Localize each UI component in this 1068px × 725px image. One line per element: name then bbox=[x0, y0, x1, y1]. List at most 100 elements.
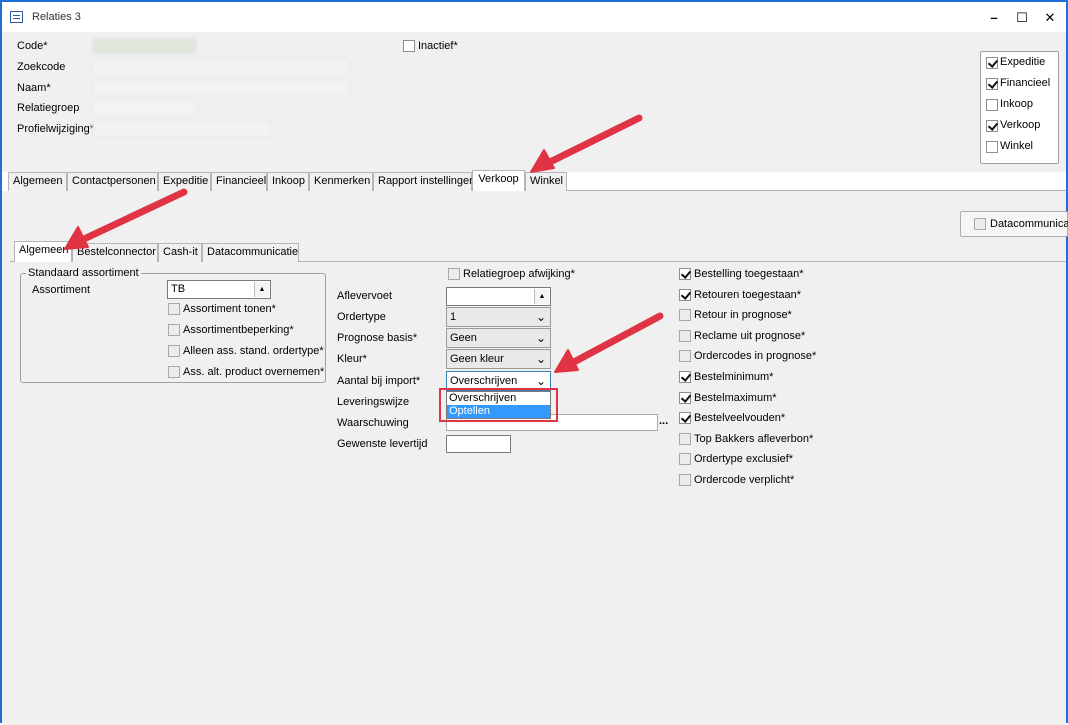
bestelminimum-checkbox[interactable] bbox=[679, 371, 691, 383]
aflevervoet-field[interactable]: ▲ bbox=[446, 287, 551, 306]
ordertype-value: 1 bbox=[450, 311, 457, 323]
profielwijziging-field[interactable] bbox=[92, 121, 272, 137]
verkoop-content: Datacommunicatie AlgemeenBestelconnector… bbox=[2, 191, 1068, 725]
tab-kenmerken[interactable]: Kenmerken bbox=[309, 172, 373, 191]
role-expeditie-label: Expeditie bbox=[1000, 56, 1046, 68]
assortimentbeperking-checkbox[interactable] bbox=[168, 324, 180, 336]
ellipsis-button[interactable]: ... bbox=[659, 415, 668, 427]
close-button[interactable]: ✕ bbox=[1038, 8, 1062, 28]
tab-financieel[interactable]: Financieel bbox=[211, 172, 267, 191]
prognose-basis-value: Geen bbox=[450, 332, 477, 344]
relatiegroep-afwijking-label: Relatiegroep afwijking* bbox=[463, 268, 575, 280]
title-bar: Relaties 3 – ☐ ✕ bbox=[2, 2, 1066, 32]
form-icon bbox=[10, 11, 23, 23]
chevron-down-icon: ⌄ bbox=[535, 352, 546, 366]
naam-label: Naam* bbox=[17, 82, 51, 94]
bestelling-toegestaan-checkbox[interactable] bbox=[679, 268, 691, 280]
alleen-ass-stand-ordertype-checkbox[interactable] bbox=[168, 345, 180, 357]
ass-alt-product-overnemen-label: Ass. alt. product overnemen* bbox=[183, 366, 325, 378]
code-field[interactable] bbox=[92, 38, 197, 54]
kleur-value: Geen kleur bbox=[450, 353, 504, 365]
chevron-down-icon: ⌄ bbox=[535, 331, 546, 345]
relatiegroep-label: Relatiegroep bbox=[17, 102, 80, 114]
tab-inkoop[interactable]: Inkoop bbox=[267, 172, 309, 191]
annotation-highlight-box bbox=[439, 388, 558, 422]
main-tabstrip: Algemeen Contactpersonen Expeditie Financie… bbox=[8, 170, 1066, 191]
tab-winkel[interactable]: Winkel bbox=[525, 172, 567, 191]
assortimentbeperking-label: Assortimentbeperking* bbox=[183, 324, 294, 336]
role-financieel-label: Financieel bbox=[1000, 77, 1051, 89]
retouren-toegestaan-checkbox[interactable] bbox=[679, 288, 691, 301]
subtab-algemeen[interactable]: Algemeen bbox=[14, 241, 72, 262]
bestelminimum-label: Bestelminimum* bbox=[694, 371, 774, 383]
prognose-basis-label: Prognose basis* bbox=[337, 332, 418, 344]
window-title: Relaties 3 bbox=[32, 11, 81, 23]
waarschuwing-label: Waarschuwing bbox=[337, 417, 409, 429]
ordertype-select[interactable]: 1 ⌄ bbox=[446, 307, 551, 327]
bestelmaximum-label: Bestelmaximum* bbox=[694, 391, 777, 404]
relaties-window: Relaties 3 – ☐ ✕ Code* Zoekcode Naam* Re… bbox=[0, 0, 1068, 725]
code-label: Code* bbox=[17, 40, 48, 52]
prognose-basis-select[interactable]: Geen ⌄ bbox=[446, 328, 551, 348]
profielwijziging-label: Profielwijziging* bbox=[17, 123, 95, 135]
aantal-bij-import-value: Overschrijven bbox=[450, 375, 518, 387]
kleur-select[interactable]: Geen kleur ⌄ bbox=[446, 349, 551, 369]
subtab-cash-it[interactable]: Cash-it bbox=[158, 243, 202, 262]
retouren-toegestaan-label: Retouren toegestaan* bbox=[694, 288, 802, 301]
ordercodes-in-prognose-checkbox[interactable] bbox=[679, 350, 691, 363]
role-verkoop-label: Verkoop bbox=[1000, 119, 1041, 131]
ass-alt-product-overnemen-checkbox[interactable] bbox=[168, 366, 180, 378]
tab-verkoop[interactable]: Verkoop bbox=[472, 170, 525, 191]
subtab-datacommunicatie[interactable]: Datacommunicatie bbox=[202, 243, 299, 262]
spin-up-icon[interactable]: ▲ bbox=[254, 282, 269, 297]
inactief-label: Inactief* bbox=[418, 40, 458, 52]
assortiment-tonen-checkbox[interactable] bbox=[168, 303, 180, 315]
datacommunicatie-button-label: Datacommunicatie bbox=[990, 218, 1068, 230]
datacommunicatie-checkbox[interactable] bbox=[974, 218, 986, 230]
role-winkel-label: Winkel bbox=[1000, 140, 1034, 152]
assortiment-field[interactable]: TB ▲ bbox=[167, 280, 271, 299]
bestelveelvouden-checkbox[interactable] bbox=[679, 412, 691, 425]
naam-field[interactable] bbox=[92, 80, 350, 96]
gewenste-levertijd-label: Gewenste levertijd bbox=[337, 438, 428, 450]
assortiment-tonen-label: Assortiment tonen* bbox=[183, 303, 276, 315]
tab-expeditie[interactable]: Expeditie bbox=[158, 172, 211, 191]
relatiegroep-afwijking-checkbox[interactable] bbox=[448, 268, 460, 280]
relatiegroep-field[interactable] bbox=[92, 100, 197, 116]
top-bakkers-afleverbon-checkbox[interactable] bbox=[679, 432, 691, 445]
role-winkel-checkbox[interactable] bbox=[986, 141, 998, 153]
aflevervoet-label: Aflevervoet bbox=[337, 290, 393, 302]
ordercode-verplicht-label: Ordercode verplicht* bbox=[694, 474, 795, 486]
role-inkoop-checkbox[interactable] bbox=[986, 99, 998, 111]
retour-in-prognose-label: Retour in prognose* bbox=[694, 309, 792, 322]
header-form: Code* Zoekcode Naam* Relatiegroep Profie… bbox=[2, 32, 1066, 172]
reclame-uit-prognose-checkbox[interactable] bbox=[679, 329, 691, 342]
retour-in-prognose-checkbox[interactable] bbox=[679, 309, 691, 322]
subtab-bestelconnector[interactable]: Bestelconnector bbox=[72, 243, 158, 262]
gewenste-levertijd-field[interactable] bbox=[446, 435, 511, 453]
role-verkoop-checkbox[interactable] bbox=[986, 120, 998, 132]
spin-up-icon[interactable]: ▲ bbox=[534, 289, 549, 304]
bestelmaximum-checkbox[interactable] bbox=[679, 391, 691, 404]
assortiment-label: Assortiment bbox=[32, 284, 91, 296]
zoekcode-field[interactable] bbox=[92, 59, 350, 75]
tab-contactpersonen[interactable]: Contactpersonen bbox=[67, 172, 158, 191]
leveringswijze-label: Leveringswijze bbox=[337, 396, 410, 408]
bestelling-toegestaan-label: Bestelling toegestaan* bbox=[694, 268, 804, 280]
minimize-button[interactable]: – bbox=[982, 8, 1006, 28]
inactief-checkbox[interactable] bbox=[403, 40, 415, 52]
assortiment-value: TB bbox=[171, 283, 186, 295]
top-bakkers-afleverbon-label: Top Bakkers afleverbon* bbox=[694, 432, 814, 445]
role-inkoop-label: Inkoop bbox=[1000, 98, 1034, 110]
chevron-down-icon: ⌄ bbox=[535, 310, 546, 324]
ordertype-exclusief-checkbox[interactable] bbox=[679, 453, 691, 466]
ordertype-label: Ordertype bbox=[337, 311, 386, 323]
ordercode-verplicht-checkbox[interactable] bbox=[679, 474, 691, 486]
tab-rapport-instellingen[interactable]: Rapport instellingen bbox=[373, 172, 475, 191]
tab-algemeen[interactable]: Algemeen bbox=[8, 172, 67, 191]
role-expeditie-checkbox[interactable] bbox=[986, 57, 998, 69]
bestelveelvouden-label: Bestelveelvouden* bbox=[694, 412, 786, 425]
role-financieel-checkbox[interactable] bbox=[986, 78, 998, 90]
maximize-button[interactable]: ☐ bbox=[1010, 8, 1034, 28]
sub-tabstrip: Algemeen Bestelconnector Cash-it Datacommun… bbox=[14, 241, 414, 262]
